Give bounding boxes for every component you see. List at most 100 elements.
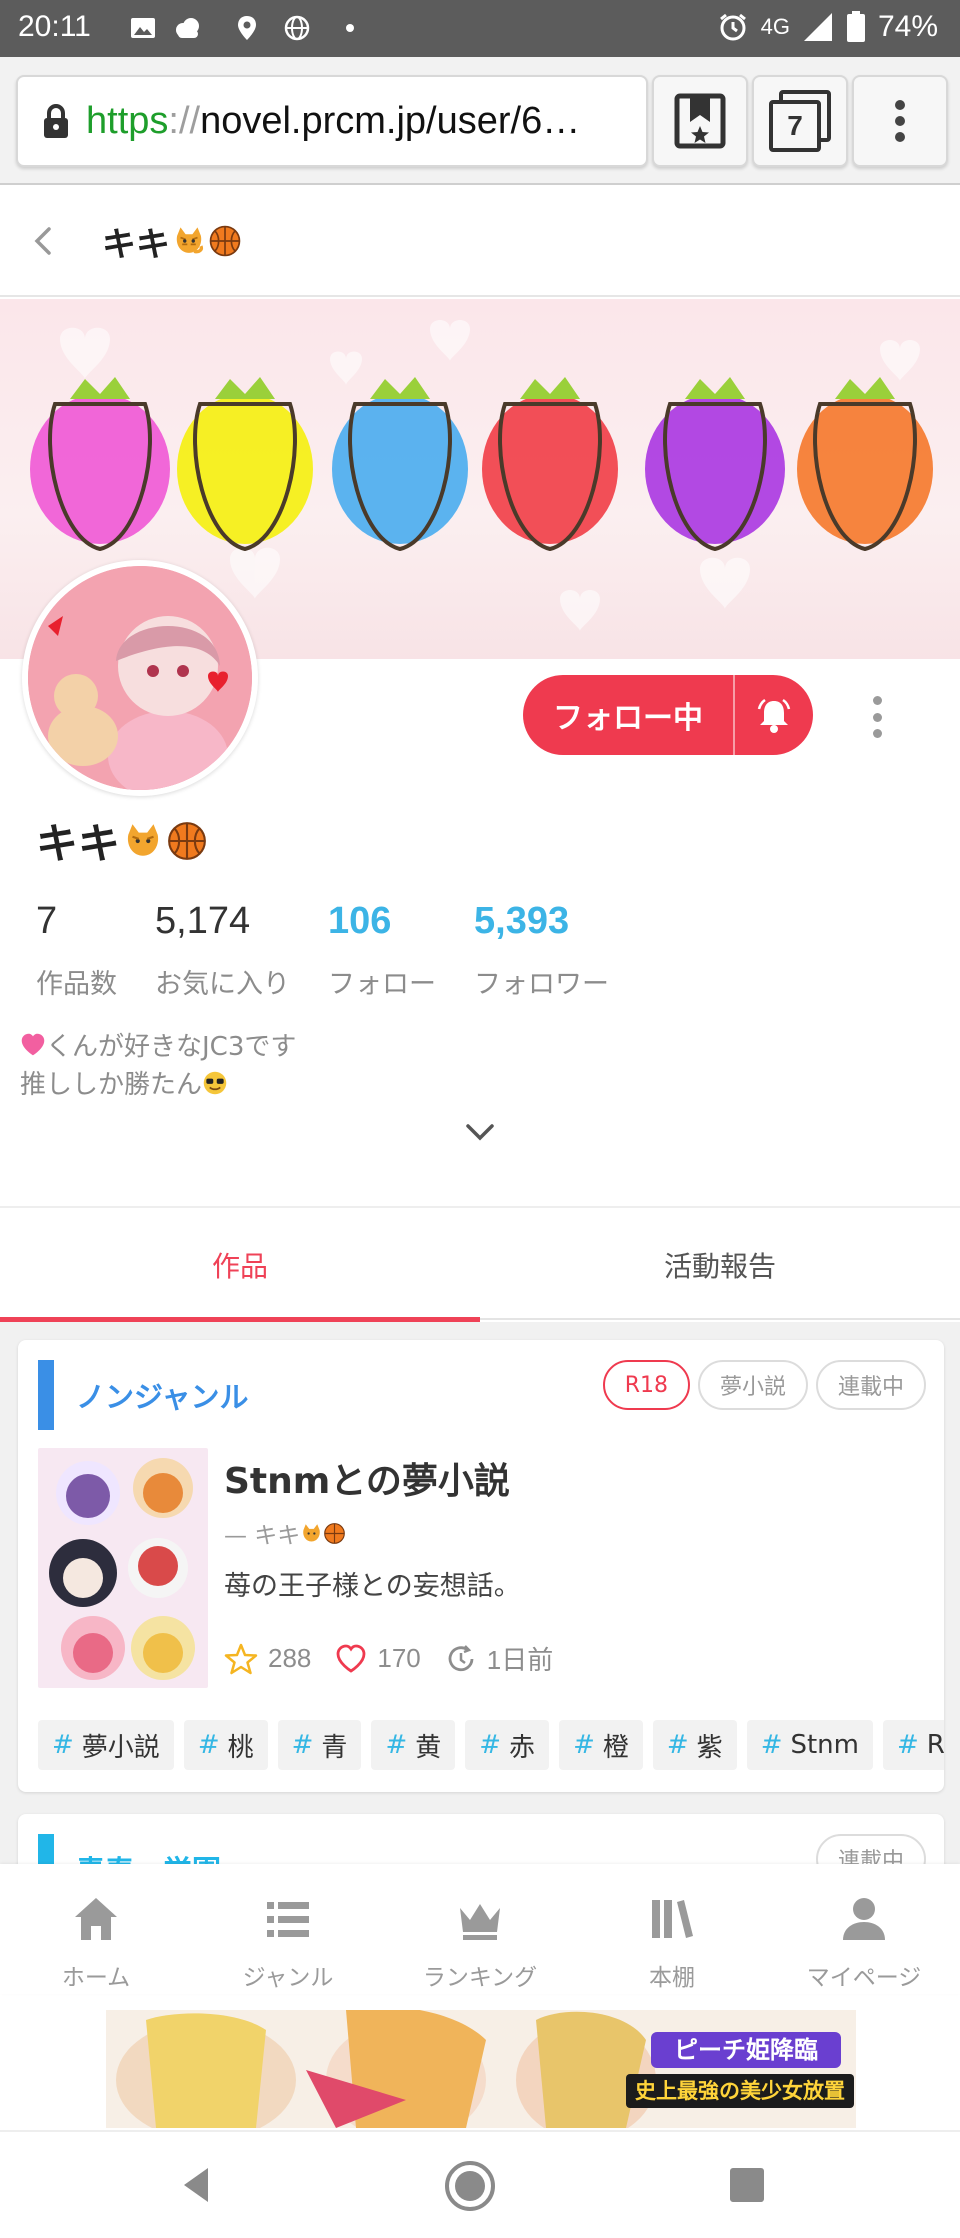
avatar-illustration — [28, 566, 252, 790]
crown-icon — [460, 1904, 500, 1940]
url-bar[interactable]: https://novel.prcm.jp/user/6… — [16, 75, 648, 167]
network-type: 4G — [760, 14, 790, 39]
url-text: https://novel.prcm.jp/user/6… — [86, 99, 581, 142]
back-triangle-icon[interactable] — [172, 2160, 222, 2210]
tab-works[interactable]: 作品 — [0, 1210, 480, 1322]
browser-toolbar: https://novel.prcm.jp/user/6… 7 — [0, 57, 960, 185]
update-clock-icon — [448, 1644, 474, 1671]
tag-chip[interactable]: # 紫 — [652, 1720, 737, 1770]
nav-genre[interactable]: ジャンル — [192, 1864, 384, 1994]
cat-emoji-icon — [303, 1523, 321, 1542]
strawberry-blue — [332, 377, 468, 552]
badge-serializing: 連載中 — [815, 1360, 926, 1410]
tag-chip[interactable]: # 橙 — [559, 1720, 643, 1770]
work-card[interactable]: 青春・学園 連載中 — [18, 1814, 944, 1864]
bell-icon — [757, 698, 791, 733]
nav-home[interactable]: ホーム — [0, 1864, 192, 1994]
image-icon — [131, 18, 155, 38]
works-list: ノンジャンル R18 夢小説 連載中 Stnmとの夢小説 — キキ 苺の王子様と… — [0, 1322, 960, 1864]
work-tags: #夢小説 #桃 #青 #黄 #赤 #橙 #紫 #Stnm #R18 — [38, 1720, 944, 1770]
back-arrow-icon[interactable] — [24, 221, 64, 261]
more-vertical-icon — [895, 100, 905, 142]
badge-r18: R18 — [602, 1360, 690, 1410]
tab-count: 7 — [769, 100, 821, 152]
strawberry-purple — [645, 377, 785, 552]
ad-headline: ピーチ姫降臨 — [674, 2036, 818, 2064]
recents-square-icon[interactable] — [722, 2160, 772, 2210]
list-icon — [267, 1902, 309, 1937]
nav-mypage[interactable]: マイページ — [768, 1864, 960, 1994]
strawberry-yellow — [177, 377, 313, 552]
pink-heart-icon — [21, 1033, 45, 1055]
avatar[interactable] — [22, 560, 258, 796]
tag-chip[interactable]: # 赤 — [465, 1720, 550, 1770]
tabs-button[interactable]: 7 — [752, 75, 848, 167]
stat-following[interactable]: 106 フォロー — [328, 900, 436, 1001]
heart-count: 170 — [377, 1643, 421, 1673]
work-author: — キキ — [224, 1516, 346, 1550]
star-count: 288 — [268, 1643, 312, 1673]
battery-icon — [846, 11, 865, 42]
home-circle-icon[interactable] — [444, 2160, 496, 2212]
badge-dream-novel: 夢小説 — [697, 1360, 808, 1410]
follow-button[interactable]: フォロー中 — [523, 675, 813, 755]
work-badges: 連載中 — [815, 1834, 926, 1864]
stat-followers[interactable]: 5,393 フォロワー — [474, 900, 609, 1001]
basketball-emoji-icon — [324, 1522, 346, 1544]
notification-bell-button[interactable] — [735, 695, 813, 735]
alarm-icon — [719, 13, 746, 41]
signal-icon — [803, 13, 832, 41]
battery-percent: 74% — [877, 10, 938, 43]
person-icon — [843, 1898, 885, 1940]
strawberry-red — [482, 377, 618, 552]
chevron-down-icon[interactable] — [462, 1118, 498, 1146]
ad-banner[interactable]: ピーチ姫降臨 史上最強の美少女放置 — [106, 2010, 856, 2128]
work-genre[interactable]: 青春・学園 — [76, 1848, 221, 1864]
tag-chip[interactable]: # 夢小説 — [38, 1720, 174, 1770]
basketball-emoji-icon — [168, 821, 206, 860]
work-meta: 288 170 1日前 — [224, 1640, 577, 1677]
bookmark-icon — [674, 93, 726, 149]
browser-menu-button[interactable] — [852, 75, 948, 167]
work-title[interactable]: Stnmとの夢小説 — [224, 1452, 510, 1504]
tab-activity-report[interactable]: 活動報告 — [480, 1210, 960, 1320]
nav-bookshelf[interactable]: 本棚 — [576, 1864, 768, 1994]
cat-emoji-icon — [176, 227, 204, 254]
bookmark-button[interactable] — [652, 75, 748, 167]
sunglasses-emoji-icon — [203, 1071, 227, 1094]
bottom-navigation: ホーム ジャンル ランキング 本棚 マイページ — [0, 1864, 960, 1994]
profile-stats: 7 作品数 5,174 お気に入り 106 フォロー 5,393 フォロワー — [36, 900, 647, 1001]
updated-time: 1日前 — [486, 1645, 554, 1675]
bookshelf-icon — [652, 1900, 693, 1938]
profile-tabs: 作品 活動報告 — [0, 1210, 960, 1322]
cloud-icon — [176, 18, 199, 38]
dot-icon — [346, 24, 354, 32]
status-bar: 20:11 4G 74% — [0, 0, 960, 57]
tag-chip[interactable]: #R18 — [883, 1720, 944, 1770]
system-navigation-bar — [0, 2130, 960, 2238]
tag-chip[interactable]: # 桃 — [183, 1720, 268, 1770]
stat-favorites[interactable]: 5,174 お気に入り — [155, 900, 290, 1001]
strawberry-orange — [797, 377, 933, 552]
work-genre[interactable]: ノンジャンル — [76, 1374, 249, 1416]
work-badges: R18 夢小説 連載中 — [602, 1360, 926, 1410]
work-cover-thumbnail[interactable] — [38, 1448, 208, 1688]
tag-chip[interactable]: # 黄 — [371, 1720, 456, 1770]
star-icon — [224, 1643, 258, 1674]
page-header: キキ — [0, 187, 960, 297]
nav-ranking[interactable]: ランキング — [384, 1864, 576, 1994]
stat-works[interactable]: 7 作品数 — [36, 900, 117, 1001]
ad-subheadline: 史上最強の美少女放置 — [635, 2079, 845, 2103]
profile-more-button[interactable] — [862, 692, 892, 742]
lock-icon — [44, 104, 68, 138]
work-card[interactable]: ノンジャンル R18 夢小説 連載中 Stnmとの夢小説 — キキ 苺の王子様と… — [18, 1340, 944, 1792]
tag-chip[interactable]: # Stnm — [746, 1720, 873, 1770]
badge-serializing: 連載中 — [815, 1834, 926, 1864]
tag-chip[interactable]: # 青 — [277, 1720, 362, 1770]
profile-name: キキ — [36, 810, 208, 871]
basketball-emoji-icon — [209, 225, 241, 257]
heart-icon — [336, 1644, 366, 1673]
work-description: 苺の王子様との妄想話。 — [224, 1571, 521, 1602]
cat-emoji-icon — [127, 823, 159, 856]
divider — [0, 1206, 960, 1208]
